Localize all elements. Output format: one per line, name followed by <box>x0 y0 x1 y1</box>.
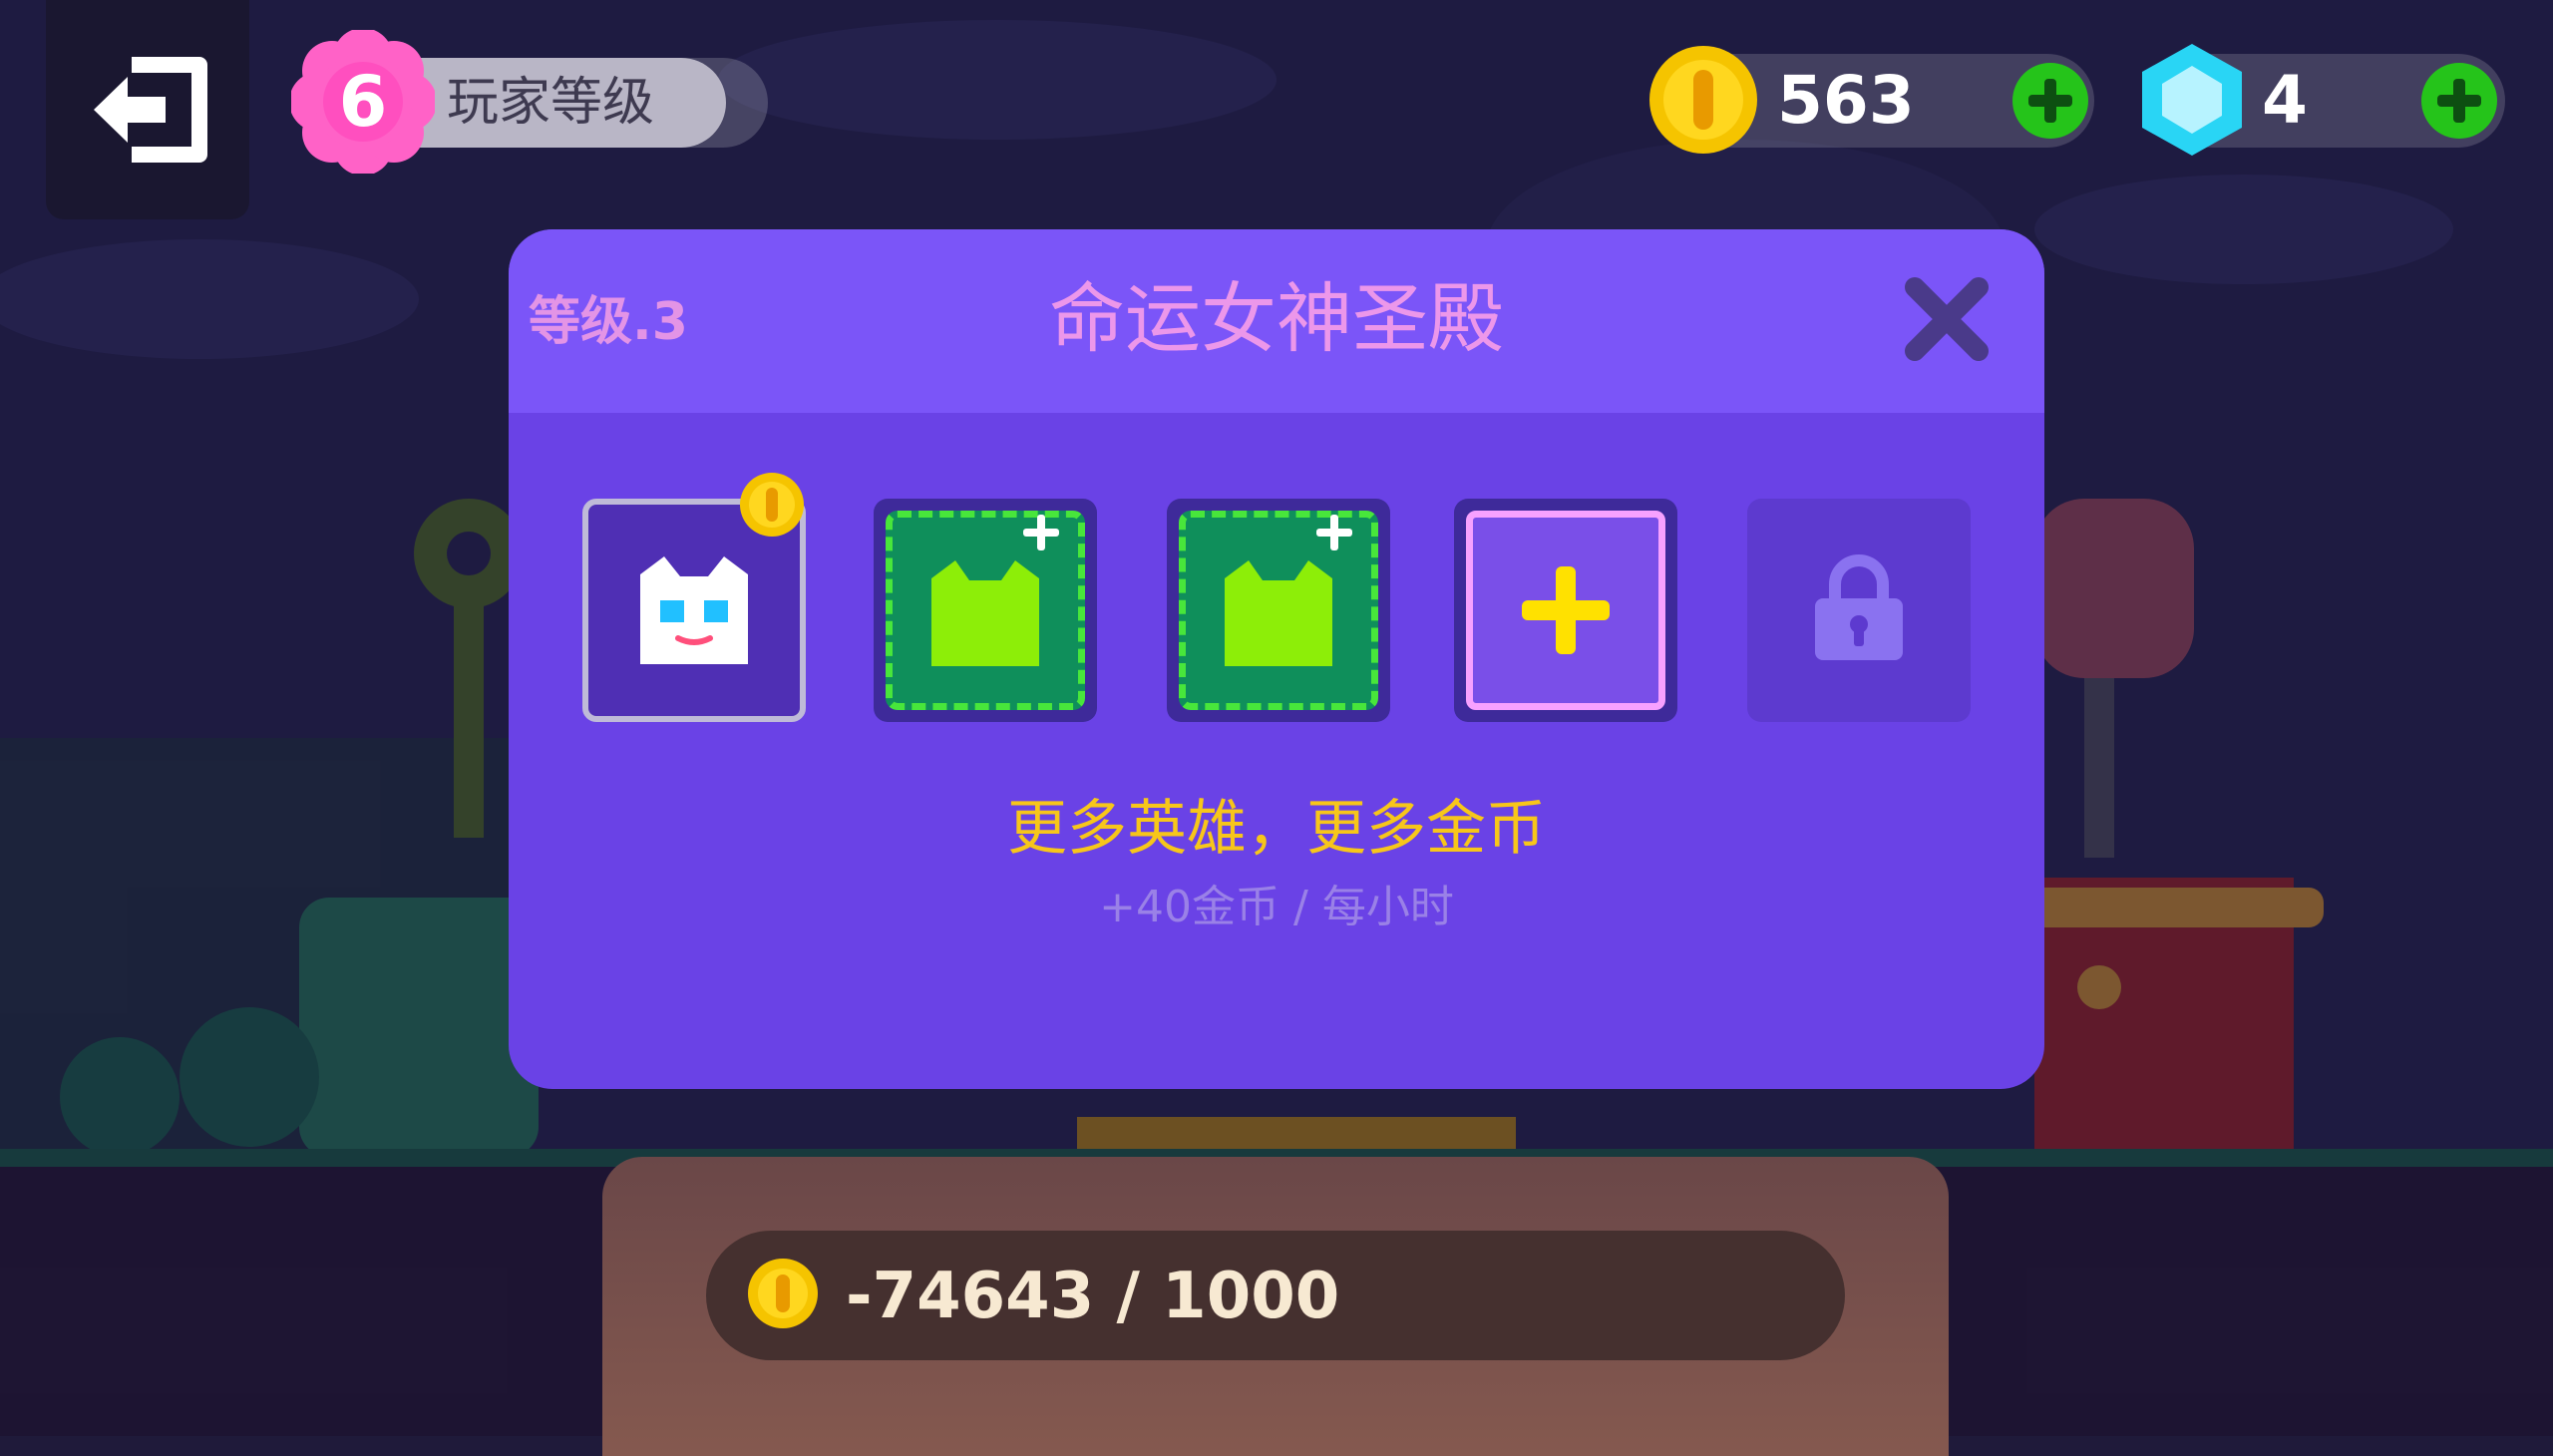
recruit-plus-v <box>1330 515 1338 550</box>
promo-headline: 更多英雄，更多金币 <box>1007 794 1546 864</box>
close-button[interactable] <box>1897 269 1997 369</box>
exit-icon <box>94 57 207 163</box>
hero-slot-4-add[interactable] <box>1454 499 1677 722</box>
promo-income-rate: +40金币 / 每小时 <box>1099 882 1454 932</box>
dialog-title: 命运女神圣殿 <box>1049 274 1504 363</box>
player-level-number: 6 <box>338 61 388 143</box>
coin-icon <box>1649 46 1757 154</box>
recruit-plus-v <box>1037 515 1045 550</box>
player-level-label: 玩家等级 <box>447 73 655 133</box>
add-coins-button[interactable] <box>2012 63 2088 139</box>
green-cat-add-icon <box>1225 560 1332 666</box>
hero-slot-3-recruit[interactable] <box>1167 499 1390 722</box>
exit-button[interactable] <box>46 0 249 219</box>
temple-dialog: 等级.3 命运女神圣殿 更多英雄，更多金币 +40金币 / 每小时 <box>509 229 2044 1089</box>
lock-icon <box>1815 554 1903 660</box>
green-cat-add-icon <box>931 560 1039 666</box>
hero-slot-5-locked <box>1747 499 1971 722</box>
gem-icon <box>2142 44 2242 156</box>
white-cat-hero-icon <box>640 556 748 664</box>
coin-ready-icon <box>740 473 804 537</box>
hero-slot-1[interactable] <box>582 473 806 722</box>
plus-icon <box>1522 566 1610 654</box>
player-level-badge: 6 <box>291 30 435 174</box>
gem-count: 4 <box>2262 62 2308 139</box>
coin-icon <box>748 1259 818 1328</box>
add-gems-button[interactable] <box>2421 63 2497 139</box>
upgrade-cost-text: -74643 / 1000 <box>846 1260 1340 1333</box>
coin-count: 563 <box>1777 62 1915 139</box>
hero-slot-2-recruit[interactable] <box>874 499 1097 722</box>
